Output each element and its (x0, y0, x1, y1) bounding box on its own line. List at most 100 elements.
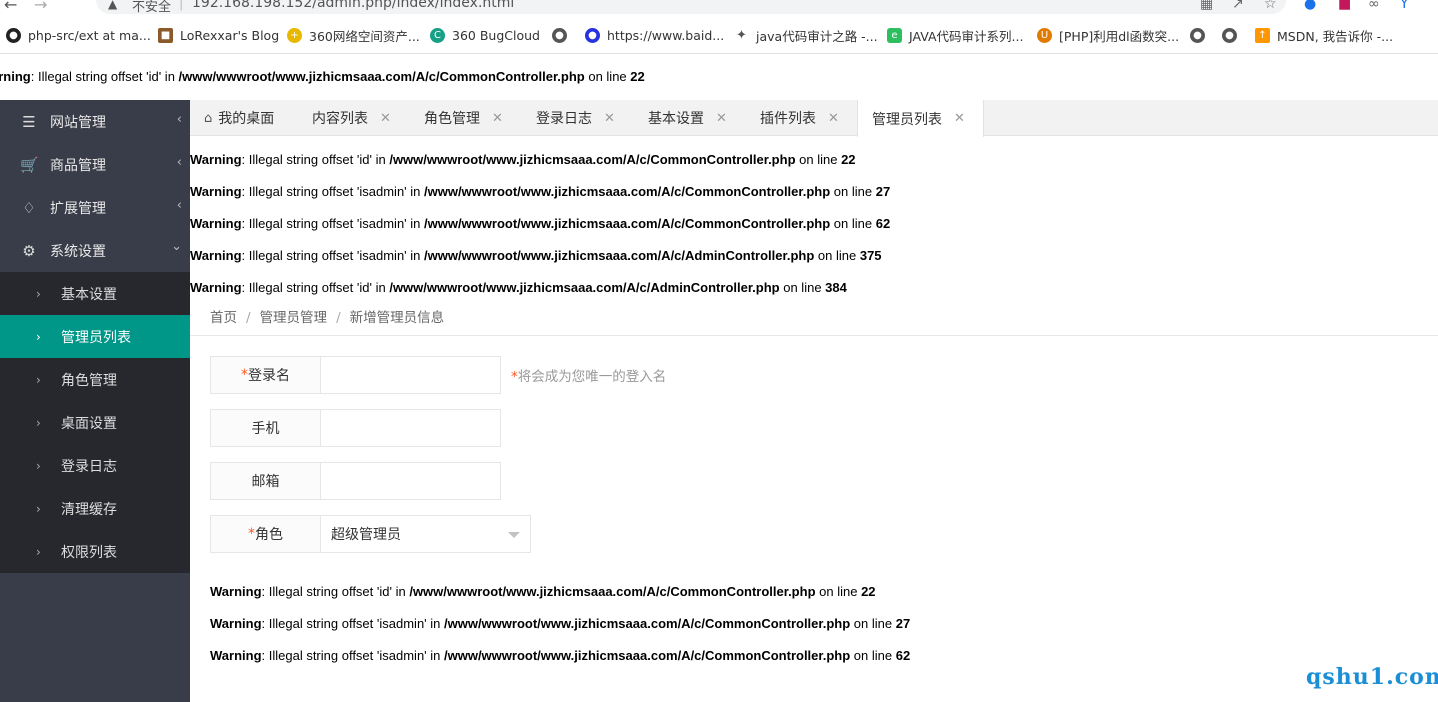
bookmark-item[interactable]: U [PHP]利用dl函数突... (1037, 26, 1179, 44)
sidebar-item-basic-settings[interactable]: › 基本设置 (0, 272, 190, 315)
bookmark-item[interactable]: ■ LoRexxar's Blog (158, 26, 279, 44)
baidu-icon: ● (585, 27, 600, 43)
username-input[interactable] (320, 356, 501, 394)
form-row-username: * 登录名 *将会成为您唯一的登入名 (210, 356, 666, 394)
warning-message: : Illegal string offset 'id' in (30, 69, 179, 84)
chevron-right-icon: › (36, 329, 41, 344)
sidebar-item-desktop-settings[interactable]: › 桌面设置 (0, 401, 190, 444)
feather-icon: ✦ (734, 27, 749, 43)
phone-input[interactable] (320, 409, 501, 447)
share-icon[interactable]: ↗ (1232, 0, 1244, 12)
star-icon[interactable]: ☆ (1264, 0, 1277, 12)
bookmark-item[interactable]: ● (1190, 26, 1212, 44)
sidebar-item-clear-cache[interactable]: › 清理缓存 (0, 487, 190, 530)
tab-admin-list[interactable]: 管理员列表 ✕ (857, 100, 984, 137)
close-icon[interactable]: ✕ (380, 111, 391, 126)
warning-path: /www/wwwroot/www.jizhicmsaaa.com/A/c/Com… (444, 616, 851, 631)
close-icon[interactable]: ✕ (954, 111, 965, 126)
chevron-right-icon: › (36, 544, 41, 559)
chevron-right-icon: › (36, 415, 41, 430)
form-row-phone: 手机 (210, 409, 501, 447)
evernote-icon: e (887, 27, 902, 43)
system-settings-submenu: › 基本设置 › 管理员列表 › 角色管理 › 桌面设置 › 登录日志 › 清理缓存 › 权限… (0, 272, 190, 573)
warning-line: 62 (875, 216, 891, 231)
bookmark-item[interactable]: ● php-src/ext at ma... (6, 26, 151, 44)
role-select[interactable]: 超级管理员 (320, 515, 531, 553)
chevron-left-icon: ‹ (176, 112, 182, 127)
bookmark-item[interactable]: ● (1222, 26, 1244, 44)
extension-icon: ♢ (22, 198, 36, 217)
extension-y-icon[interactable]: Y (1400, 0, 1409, 12)
bookmark-item[interactable]: C 360 BugCloud (430, 26, 540, 44)
url-text[interactable]: 192.168.198.152/admin.php/index/index.ht… (192, 0, 514, 11)
warning-label: Warning (190, 152, 242, 167)
warning-online: on line (850, 616, 896, 631)
menu-extension-management[interactable]: ♢ 扩展管理 ‹ (0, 186, 190, 229)
required-mark: * (241, 367, 248, 383)
sidebar-item-login-log[interactable]: › 登录日志 (0, 444, 190, 487)
bookmark-item[interactable]: ● (552, 26, 574, 44)
menu-label: 网站管理 (50, 114, 106, 131)
bookmark-item[interactable]: e JAVA代码审计系列... (887, 26, 1023, 44)
tab-content-list[interactable]: 内容列表 ✕ (312, 100, 391, 136)
tab-plugin-list[interactable]: 插件列表 ✕ (760, 100, 839, 136)
breadcrumb-separator: / (336, 310, 341, 326)
bookmark-item[interactable]: ✦ java代码审计之路 -... (734, 26, 878, 44)
warning-message: : Illegal string offset 'id' in (241, 152, 390, 167)
chevron-right-icon: › (36, 372, 41, 387)
back-arrow-icon[interactable]: ← (4, 0, 17, 14)
extension-link-icon[interactable]: ∞ (1368, 0, 1380, 12)
chevron-down-icon: ⌄ (171, 239, 182, 254)
extension-circle-icon[interactable]: ● (1304, 0, 1316, 12)
tab-bar: ⌂ 我的桌面 内容列表 ✕ 角色管理 ✕ 登录日志 ✕ 基本设置 ✕ 插件列表 … (190, 100, 1438, 137)
translate-icon[interactable]: ▦ (1200, 0, 1213, 12)
chevron-right-icon: › (36, 286, 41, 301)
php-warning: Warning: Illegal string offset 'isadmin'… (190, 184, 890, 199)
sidebar-item-role-management[interactable]: › 角色管理 (0, 358, 190, 401)
breadcrumb-section[interactable]: 管理员管理 (260, 310, 328, 326)
watermark: qshu1.com (1306, 664, 1438, 690)
warning-path: /www/wwwroot/www.jizhicmsaaa.com/A/c/Com… (444, 648, 851, 663)
warning-message: : Illegal string offset 'id' in (241, 280, 390, 295)
warning-label: Warning (190, 216, 242, 231)
warning-line: 22 (861, 584, 876, 599)
username-hint: *将会成为您唯一的登入名 (511, 369, 667, 385)
close-icon[interactable]: ✕ (716, 111, 727, 126)
tab-role-management[interactable]: 角色管理 ✕ (424, 100, 503, 136)
sidebar-item-admin-list[interactable]: › 管理员列表 (0, 315, 190, 358)
warning-online: on line (850, 648, 896, 663)
menu-website-management[interactable]: ☰ 网站管理 ‹ (0, 100, 190, 143)
warning-line: 22 (630, 69, 645, 84)
close-icon[interactable]: ✕ (604, 111, 615, 126)
php-warning: Warning: Illegal string offset 'isadmin'… (190, 248, 882, 263)
bookmark-item[interactable]: ● https://www.baid... (585, 26, 724, 44)
tab-login-log[interactable]: 登录日志 ✕ (536, 100, 615, 136)
menu-system-settings[interactable]: ⚙ 系统设置 ⌄ (0, 229, 190, 272)
home-icon: ⌂ (204, 110, 213, 126)
warning-online: on line (779, 280, 826, 295)
chevron-left-icon: ‹ (176, 155, 182, 170)
email-input[interactable] (320, 462, 501, 500)
close-icon[interactable]: ✕ (492, 111, 503, 126)
u-icon: U (1037, 27, 1052, 43)
warning-online: on line (815, 584, 862, 599)
sidebar-item-permission-list[interactable]: › 权限列表 (0, 530, 190, 573)
menu-product-management[interactable]: 🛒 商品管理 ‹ (0, 143, 190, 186)
bookmark-item[interactable]: ↑ MSDN, 我告诉你 -... (1255, 26, 1393, 44)
php-warning: Warning: Illegal string offset 'id' in /… (210, 584, 876, 599)
close-icon[interactable]: ✕ (828, 111, 839, 126)
email-label: 邮箱 (210, 462, 320, 500)
tab-my-desktop[interactable]: ⌂ 我的桌面 (204, 100, 274, 136)
tab-label: 管理员列表 (872, 111, 942, 128)
menu-label: 系统设置 (50, 243, 106, 260)
php-warning: Warning: Illegal string offset 'isadmin'… (190, 216, 890, 231)
gear-icon: ⚙ (22, 241, 36, 260)
extension-badge-icon[interactable]: ■ (1338, 0, 1351, 12)
warning-message: : Illegal string offset 'id' in (261, 584, 410, 599)
tab-label: 角色管理 (424, 111, 480, 127)
menu-label: 商品管理 (50, 157, 106, 174)
tab-basic-settings[interactable]: 基本设置 ✕ (648, 100, 727, 136)
bookmark-item[interactable]: +360网络空间资产... (287, 26, 420, 44)
forward-arrow-icon[interactable]: → (34, 0, 47, 14)
breadcrumb-home[interactable]: 首页 (210, 310, 237, 326)
